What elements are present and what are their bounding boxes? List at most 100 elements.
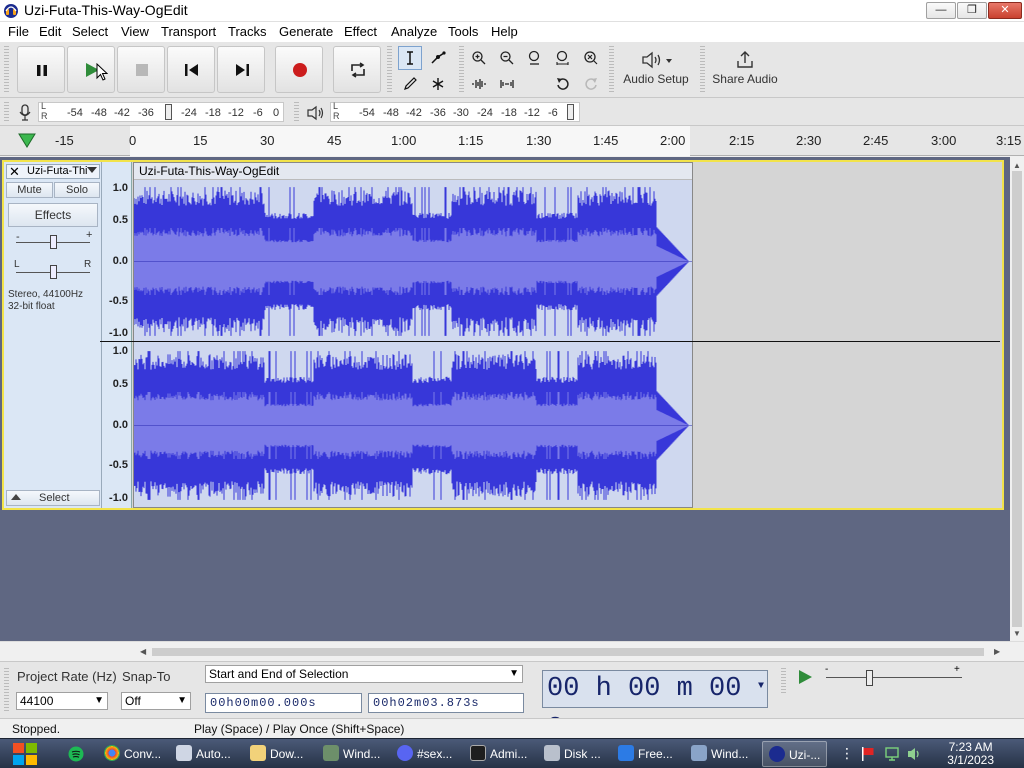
track-name-menu[interactable]: ✕ Uzi-Futa-Thi [6, 164, 100, 179]
play-head-triangle-icon[interactable] [18, 133, 36, 149]
solo-button[interactable]: Solo [54, 182, 100, 198]
skip-to-start-button[interactable] [167, 46, 215, 93]
vertical-scrollbar[interactable]: ▲ ▼ [1010, 157, 1024, 641]
play-at-speed-grip[interactable] [781, 668, 786, 694]
overflow-icon[interactable]: ⋮ [840, 745, 854, 762]
audio-track[interactable]: ✕ Uzi-Futa-Thi Mute Solo Effects - + L R… [2, 160, 1004, 510]
trim-audio-button[interactable] [467, 72, 491, 96]
audio-setup-button[interactable]: Audio Setup [618, 46, 694, 94]
waveform[interactable] [134, 180, 692, 507]
audio-position-display[interactable]: 00 h 00 m 00 s ▼ [542, 669, 768, 740]
selection-end-time[interactable]: 00h02m03.873s [368, 693, 524, 713]
track-area[interactable]: ✕ Uzi-Futa-Thi Mute Solo Effects - + L R… [0, 157, 1010, 641]
audio-clip[interactable]: Uzi-Futa-This-Way-OgEdit [133, 162, 693, 508]
taskbar-item[interactable]: Auto... [176, 741, 231, 767]
record-meter[interactable]: L R -54 -48 -42 -36 -24 -18 -12 -6 0 [38, 101, 284, 122]
playback-volume-thumb[interactable] [567, 104, 574, 120]
selection-start-time[interactable]: 00h00m00.000s [205, 693, 362, 713]
toolbar-grip[interactable] [4, 46, 9, 94]
menu-generate[interactable]: Generate [279, 24, 333, 39]
selection-tool[interactable] [398, 46, 422, 70]
menu-transport[interactable]: Transport [161, 24, 216, 39]
gain-slider-thumb[interactable] [50, 235, 57, 249]
horizontal-scrollbar[interactable]: ◀ ▶ [0, 641, 1024, 661]
maximize-button[interactable]: ❐ [957, 2, 987, 19]
silence-audio-button[interactable] [495, 72, 519, 96]
tools-grip[interactable] [387, 46, 392, 94]
taskbar-item[interactable]: Admi... [470, 741, 527, 767]
clip-title-bar[interactable]: Uzi-Futa-This-Way-OgEdit [134, 163, 692, 180]
taskbar-item[interactable]: Free... [618, 741, 673, 767]
fit-selection-button[interactable] [523, 46, 547, 70]
selection-mode-select[interactable]: Start and End of Selection ▼ [205, 665, 523, 683]
undo-button[interactable] [551, 72, 575, 96]
windows-start-icon[interactable] [10, 740, 40, 768]
taskbar-item[interactable]: #sex... [397, 741, 452, 767]
zoom-out-button[interactable] [495, 46, 519, 70]
selection-grip[interactable] [4, 668, 9, 712]
snap-to-select[interactable]: Off ▼ [121, 692, 191, 710]
track-menu-chevron-icon[interactable] [87, 167, 97, 173]
speed-slider-thumb[interactable] [866, 670, 873, 686]
scroll-right-icon[interactable]: ▶ [994, 647, 1000, 656]
microphone-icon[interactable] [18, 104, 32, 122]
track-close-icon[interactable]: ✕ [9, 164, 20, 180]
device-grip[interactable] [609, 46, 614, 94]
play-button[interactable] [67, 46, 115, 93]
scroll-left-icon[interactable]: ◀ [140, 647, 146, 656]
track-select-button[interactable]: Select [6, 490, 100, 506]
taskbar-item[interactable]: Disk ... [544, 741, 601, 767]
close-button[interactable]: ✕ [988, 2, 1022, 19]
scroll-up-icon[interactable]: ▲ [1013, 161, 1021, 170]
menu-edit[interactable]: Edit [39, 24, 61, 39]
network-icon[interactable] [884, 746, 900, 762]
fit-project-button[interactable] [551, 46, 575, 70]
horizontal-scroll-thumb[interactable] [152, 648, 984, 656]
system-clock[interactable]: 7:23 AM 3/1/2023 [947, 741, 994, 767]
menu-view[interactable]: View [121, 24, 149, 39]
spotify-icon[interactable] [68, 746, 84, 762]
vertical-scroll-thumb[interactable] [1012, 171, 1022, 627]
amplitude-scale[interactable]: 1.0 0.5 0.0 -0.5 -1.0 1.0 0.5 0.0 -0.5 -… [102, 162, 132, 508]
chevron-down-icon[interactable]: ▼ [758, 669, 764, 705]
effects-button[interactable]: Effects [8, 203, 98, 227]
redo-button[interactable] [579, 72, 603, 96]
pan-slider-thumb[interactable] [50, 265, 57, 279]
project-rate-select[interactable]: 44100 ▼ [16, 692, 108, 710]
draw-tool[interactable] [398, 72, 422, 96]
taskbar-item-active[interactable]: Uzi-... [762, 741, 828, 767]
taskbar-item[interactable]: Conv... [104, 741, 161, 767]
skip-to-end-button[interactable] [217, 46, 265, 93]
scroll-down-icon[interactable]: ▼ [1013, 629, 1021, 638]
playback-meter[interactable]: L R -54 -48 -42 -36 -30 -24 -18 -12 -6 [330, 101, 580, 122]
menu-select[interactable]: Select [72, 24, 108, 39]
speaker-icon[interactable] [306, 105, 326, 121]
menu-tools[interactable]: Tools [448, 24, 478, 39]
loop-button[interactable] [333, 46, 381, 93]
menu-help[interactable]: Help [491, 24, 518, 39]
menu-tracks[interactable]: Tracks [228, 24, 267, 39]
meter-grip[interactable] [4, 102, 9, 122]
menu-file[interactable]: File [8, 24, 29, 39]
play-meter-grip[interactable] [294, 102, 299, 122]
menu-effect[interactable]: Effect [344, 24, 377, 39]
flag-icon[interactable] [860, 746, 876, 762]
menu-analyze[interactable]: Analyze [391, 24, 437, 39]
multi-tool[interactable] [426, 72, 450, 96]
volume-icon[interactable] [906, 746, 922, 762]
taskbar-item[interactable]: Wind... [691, 741, 748, 767]
play-at-speed-icon[interactable] [796, 668, 814, 686]
envelope-tool[interactable] [426, 46, 450, 70]
record-button[interactable] [275, 46, 323, 93]
share-audio-button[interactable]: Share Audio [708, 46, 782, 94]
edit-grip[interactable] [459, 46, 464, 94]
taskbar-item[interactable]: Dow... [250, 741, 303, 767]
pause-button[interactable] [17, 46, 65, 93]
mute-button[interactable]: Mute [6, 182, 53, 198]
timeline-ruler[interactable]: -15 0 15 30 45 1:00 1:15 1:30 1:45 2:00 … [0, 126, 1024, 156]
taskbar-item[interactable]: Wind... [323, 741, 380, 767]
zoom-in-button[interactable] [467, 46, 491, 70]
record-volume-thumb[interactable] [165, 104, 172, 120]
minimize-button[interactable]: — [926, 2, 956, 19]
share-grip[interactable] [700, 46, 705, 94]
